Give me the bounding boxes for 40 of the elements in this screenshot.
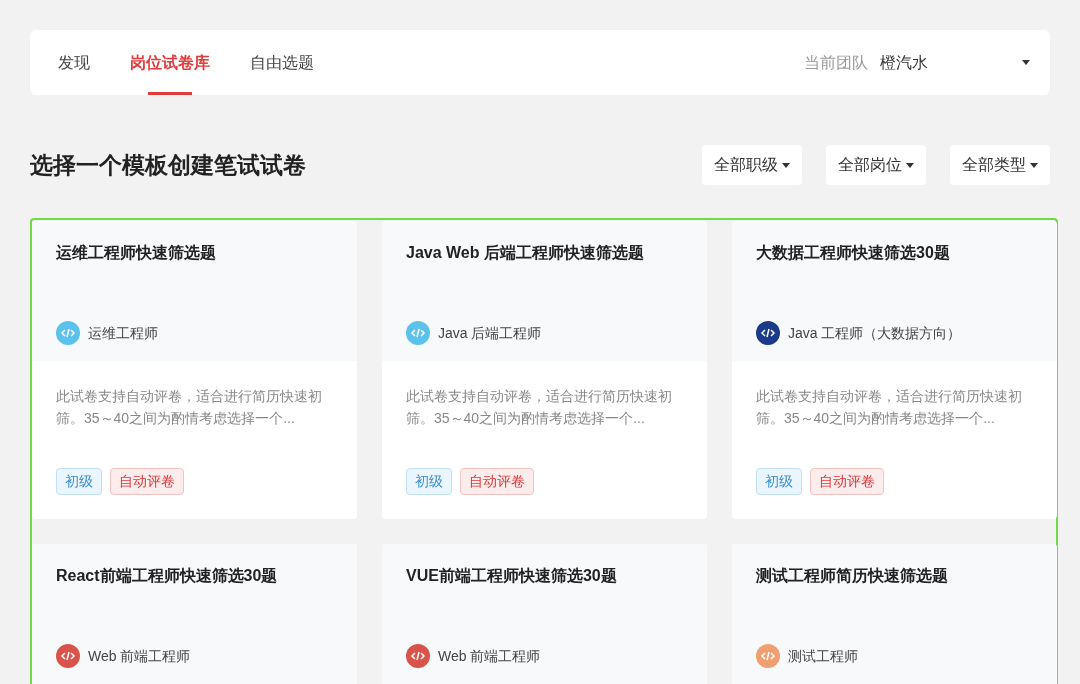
caret-icon	[1022, 60, 1030, 65]
role-label: Java 后端工程师	[438, 323, 542, 343]
auto-grading-tag: 自动评卷	[810, 468, 884, 495]
card-title: 大数据工程师快速筛选30题	[756, 243, 951, 263]
auto-grading-tag: 自动评卷	[460, 468, 534, 495]
role-label: Java 工程师（大数据方向）	[788, 323, 962, 343]
filter-dropdown[interactable]: 全部职级	[702, 145, 802, 185]
template-card[interactable]: 大数据工程师快速筛选30题 Java 工程师（大数据方向） 此试卷支持自动评卷，适合进行简历快速初筛。35～40之间为酌情考虑选择一个... 初级 自动评卷	[732, 221, 1057, 519]
template-card[interactable]: 测试工程师简历快速筛选题 测试工程师	[732, 544, 1057, 684]
card-description: 此试卷支持自动评卷，适合进行简历快速初筛。35～40之间为酌情考虑选择一个...	[756, 387, 1023, 428]
role-label: 测试工程师	[788, 646, 858, 666]
role-label: Web 前端工程师	[88, 646, 191, 666]
page-heading: 选择一个模板创建笔试试卷	[30, 150, 306, 180]
team-select[interactable]: 橙汽水	[880, 50, 1030, 75]
card-title: Java Web 后端工程师快速筛选题	[406, 243, 645, 263]
role-label: Web 前端工程师	[438, 646, 541, 666]
template-card[interactable]: VUE前端工程师快速筛选30题 Web 前端工程师	[382, 544, 707, 684]
filter-dropdown[interactable]: 全部岗位	[826, 145, 926, 185]
card-title: React前端工程师快速筛选30题	[56, 566, 279, 586]
level-tag: 初级	[56, 468, 102, 495]
template-card[interactable]: 运维工程师快速筛选题 运维工程师 此试卷支持自动评卷，适合进行简历快速初筛。35～40之间为酌情考虑选择一个... 初级 自动评卷	[32, 221, 357, 519]
caret-icon	[782, 162, 790, 168]
role-label: 运维工程师	[88, 323, 158, 343]
nav-tab[interactable]: 发现	[58, 30, 90, 95]
nav-tab[interactable]: 自由选题	[250, 30, 314, 95]
card-title: 运维工程师快速筛选题	[56, 243, 217, 263]
card-title: VUE前端工程师快速筛选30题	[406, 566, 618, 586]
caret-icon	[906, 162, 914, 168]
team-label: 当前团队	[804, 52, 868, 73]
card-description: 此试卷支持自动评卷，适合进行简历快速初筛。35～40之间为酌情考虑选择一个...	[406, 387, 673, 428]
level-tag: 初级	[406, 468, 452, 495]
template-card[interactable]: React前端工程师快速筛选30题 Web 前端工程师	[32, 544, 357, 684]
card-title: 测试工程师简历快速筛选题	[756, 566, 949, 586]
level-tag: 初级	[756, 468, 802, 495]
filter-dropdown[interactable]: 全部类型	[950, 145, 1050, 185]
nav-tab[interactable]: 岗位试卷库	[130, 30, 210, 95]
auto-grading-tag: 自动评卷	[110, 468, 184, 495]
caret-icon	[1030, 162, 1038, 168]
template-card[interactable]: Java Web 后端工程师快速筛选题 Java 后端工程师 此试卷支持自动评卷，适合进行简历快速初筛。35～40之间为酌情考虑选择一个... 初级 自动评卷	[382, 221, 707, 519]
card-description: 此试卷支持自动评卷，适合进行简历快速初筛。35～40之间为酌情考虑选择一个...	[56, 387, 323, 428]
